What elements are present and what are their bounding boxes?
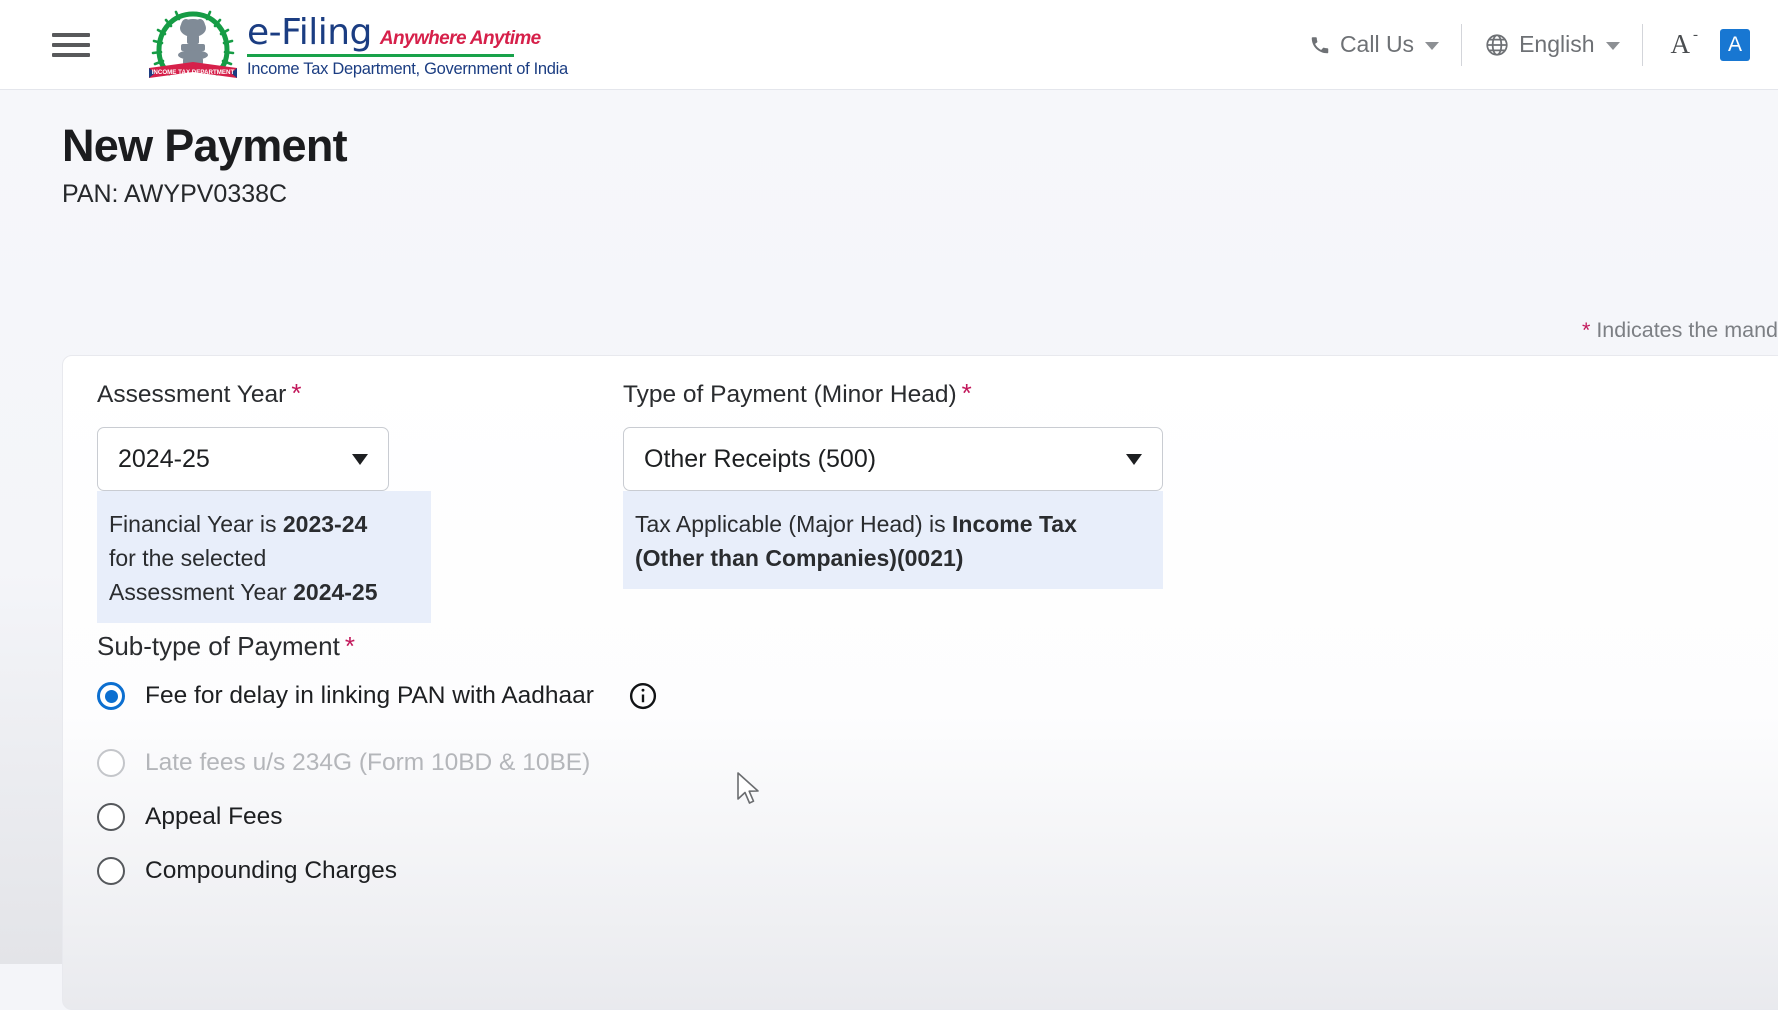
sub-type-option-label: Appeal Fees [145,803,283,830]
india-national-emblem-icon: सत्यमेव INCOME TAX DEPARTMENT [145,6,241,84]
header-actions: Call Us English A- A [1287,0,1760,90]
radio-button[interactable] [97,682,125,710]
hint-line: for the selected [109,545,267,571]
type-of-payment-select[interactable]: Other Receipts (500) [623,427,1163,491]
payment-form-card: Assessment Year * 2024-25 Financial Year … [62,355,1778,1010]
brand-title: e-Filing [247,12,372,53]
globe-icon [1484,32,1510,58]
sub-type-option-label: Late fees u/s 234G (Form 10BD & 10BE) [145,749,591,776]
brand-tagline: Anywhere Anytime [379,28,541,49]
pan-number: PAN: AWYPV0338C [62,180,288,208]
mandatory-fields-note: * Indicates the mand [1582,318,1778,343]
page-title: New Payment [62,120,348,171]
font-size-icon: A- [1665,27,1699,60]
brand-subtitle: Income Tax Department, Government of Ind… [247,60,568,78]
font-size-letter: A [1670,29,1691,59]
type-of-payment-group: Type of Payment (Minor Head) * Other Rece… [623,378,1163,589]
type-of-payment-value: Other Receipts (500) [644,444,877,473]
hamburger-bar [52,52,90,57]
font-size-superscript: - [1693,27,1698,43]
mandatory-note-text: Indicates the mand [1590,318,1778,342]
assessment-year-group: Assessment Year * 2024-25 Financial Year … [97,378,431,623]
hint-bold: 2024-25 [293,579,378,605]
chevron-down-icon [352,453,368,465]
assessment-year-select[interactable]: 2024-25 [97,427,389,491]
brand-text-block: e-Filing Anywhere Anytime Income Tax Dep… [247,10,568,79]
hamburger-bar [52,32,90,37]
sub-type-option-compounding-charges[interactable]: Compounding Charges [97,857,397,885]
sub-type-label-text: Sub-type of Payment [97,631,340,661]
type-of-payment-hint: Tax Applicable (Major Head) is Income Ta… [623,491,1163,589]
high-contrast-letter: A [1727,32,1742,56]
sub-type-option-label: Fee for delay in linking PAN with Aadhaa… [145,682,594,709]
sub-type-option-appeal-fees[interactable]: Appeal Fees [97,803,283,831]
page-body: New Payment PAN: AWYPV0338C * Indicates … [0,90,1778,1010]
language-selector[interactable]: English [1462,31,1641,58]
high-contrast-toggle[interactable]: A [1720,28,1750,61]
hint-line: Assessment Year 2024-25 [109,575,419,609]
chevron-down-icon [1425,42,1440,50]
required-asterisk: * [291,378,302,408]
hint-prefix: Assessment Year [109,579,294,605]
assessment-year-label: Assessment Year * [97,378,397,409]
radio-button[interactable] [97,857,125,885]
hamburger-bar [52,42,90,47]
assessment-year-value: 2024-25 [118,444,210,473]
hint-bold: Income Tax [952,511,1077,537]
hint-bold: (Other than Companies)(0021) [635,545,964,571]
hamburger-menu-icon[interactable] [52,30,90,60]
phone-icon [1309,33,1331,57]
required-asterisk: * [961,378,972,408]
info-icon[interactable] [628,681,658,711]
sub-type-option-label: Compounding Charges [145,857,397,884]
hint-prefix: Financial Year is [109,511,283,537]
font-size-toggle[interactable]: A- [1643,27,1707,60]
hint-bold: 2023-24 [282,511,368,537]
call-us-menu[interactable]: Call Us [1287,31,1461,58]
language-label: English [1519,31,1595,57]
assessment-year-label-text: Assessment Year [97,381,287,408]
sub-type-option-fee-for-delay[interactable]: Fee for delay in linking PAN with Aadhaa… [97,681,658,711]
radio-button [97,749,125,777]
brand-logo[interactable]: सत्यमेव INCOME TAX DEPARTMENT e-Filing A… [145,6,568,84]
required-asterisk: * [344,631,355,661]
chevron-down-icon [1126,453,1142,465]
emblem-ribbon-text: INCOME TAX DEPARTMENT [152,69,235,76]
sub-type-label: Sub-type of Payment * [97,631,355,662]
radio-button[interactable] [97,803,125,831]
mouse-cursor [736,772,762,808]
type-of-payment-label-text: Type of Payment (Minor Head) [623,381,957,408]
hint-line: Financial Year is 2023-24 [109,507,419,541]
call-us-label: Call Us [1339,31,1415,57]
type-of-payment-label: Type of Payment (Minor Head) * [623,378,1163,409]
brand-divider-rule [247,54,514,57]
sub-type-option-late-fees-234g: Late fees u/s 234G (Form 10BD & 10BE) [97,749,590,777]
site-header: सत्यमेव INCOME TAX DEPARTMENT e-Filing A… [0,0,1778,90]
assessment-year-hint: Financial Year is 2023-24 for the select… [97,491,431,623]
chevron-down-icon [1605,42,1620,50]
hint-prefix: Tax Applicable (Major Head) is [635,511,953,537]
